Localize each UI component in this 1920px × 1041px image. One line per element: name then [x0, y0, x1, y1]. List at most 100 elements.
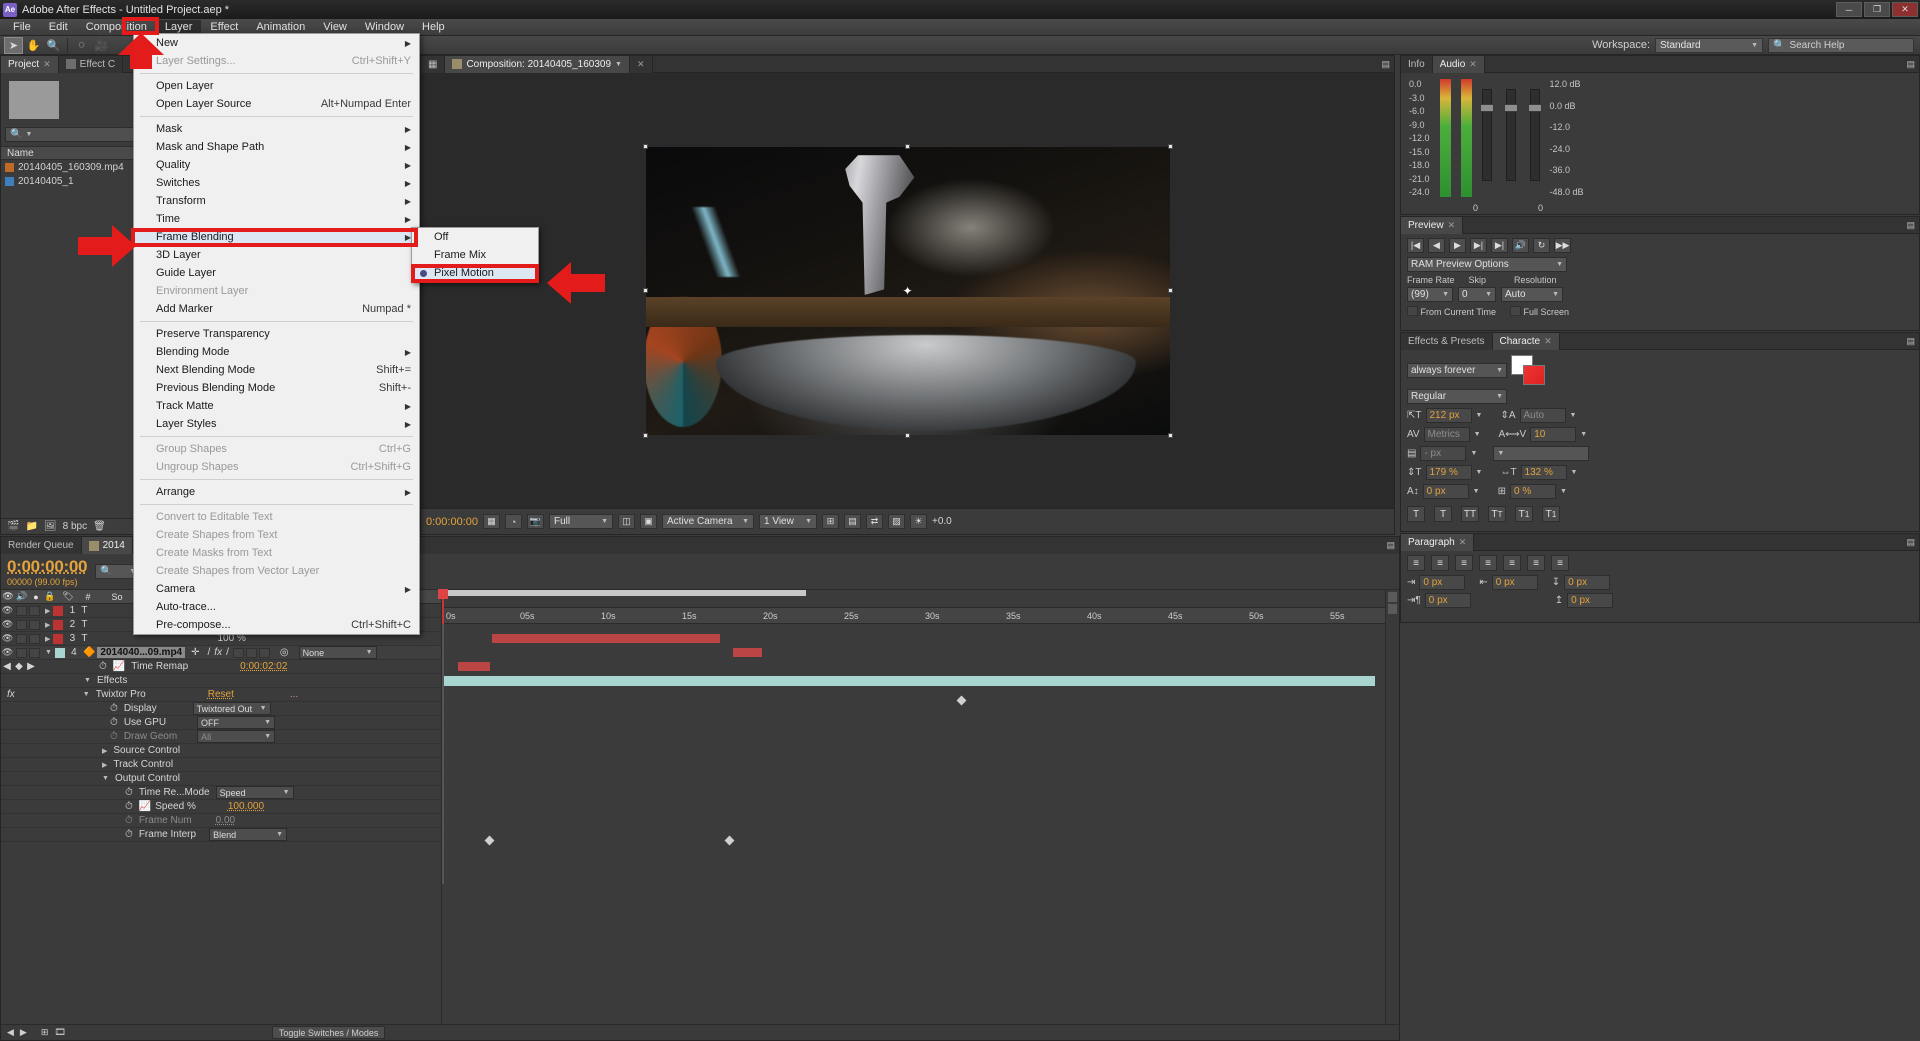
- speed-value[interactable]: 100.000: [228, 801, 264, 812]
- last-frame-button[interactable]: ▶|: [1491, 238, 1508, 253]
- layer-color-swatch[interactable]: [55, 648, 65, 658]
- toggle-switches-modes-button[interactable]: Toggle Switches / Modes: [272, 1026, 386, 1039]
- prev-keyframe-icon[interactable]: ◀: [1, 661, 13, 672]
- timeline-icon[interactable]: ▤: [844, 514, 861, 529]
- reset-link[interactable]: Reset: [208, 689, 234, 700]
- visibility-toggle-icon[interactable]: 👁: [1, 619, 14, 630]
- tab-render-queue[interactable]: Render Queue: [1, 537, 82, 554]
- stopwatch-icon[interactable]: ⏱: [110, 703, 118, 714]
- time-remap-mode-dropdown[interactable]: Speed ▼: [216, 786, 294, 799]
- menu-item-transform[interactable]: Transform ▶: [134, 192, 419, 210]
- work-area-indicator[interactable]: [443, 590, 806, 596]
- use-gpu-dropdown[interactable]: OFF ▼: [197, 716, 275, 729]
- text-color-swatches[interactable]: [1511, 355, 1545, 385]
- visibility-toggle-icon[interactable]: 👁: [1, 605, 14, 616]
- menu-edit[interactable]: Edit: [40, 20, 77, 34]
- stopwatch-icon[interactable]: ⏱: [99, 661, 107, 672]
- from-current-time-checkbox[interactable]: From Current Time: [1407, 306, 1496, 317]
- resolution-icon[interactable]: ◫: [618, 514, 635, 529]
- menu-item-3d-layer[interactable]: 3D Layer: [134, 246, 419, 264]
- menu-item-arrange[interactable]: Arrange ▶: [134, 483, 419, 501]
- menu-item-previous-blending-mode[interactable]: Previous Blending Mode Shift+-: [134, 379, 419, 397]
- close-icon[interactable]: ✕: [1459, 537, 1467, 548]
- align-left-button[interactable]: ≡: [1407, 555, 1425, 571]
- stroke-type-dropdown[interactable]: ▼: [1493, 446, 1589, 461]
- indent-left-field[interactable]: 0 px: [1419, 575, 1465, 590]
- loop-button[interactable]: ↻: [1533, 238, 1550, 253]
- menu-layer[interactable]: Layer: [156, 20, 202, 34]
- subscript-button[interactable]: T1: [1542, 506, 1560, 522]
- chevron-down-icon[interactable]: ▼: [1470, 450, 1477, 457]
- layer-bar[interactable]: [492, 634, 720, 643]
- menu-item-open-layer[interactable]: Open Layer: [134, 77, 419, 95]
- menu-item-guide-layer[interactable]: Guide Layer: [134, 264, 419, 282]
- justify-last-center-button[interactable]: ≡: [1503, 555, 1521, 571]
- menu-view[interactable]: View: [314, 20, 356, 34]
- new-comp-icon[interactable]: 🎬: [7, 521, 19, 532]
- keyframe-marker-icon[interactable]: ◆: [13, 661, 25, 672]
- tab-paragraph[interactable]: Paragraph ✕: [1401, 534, 1474, 551]
- hand-tool-icon[interactable]: ✋: [24, 37, 43, 54]
- region-of-interest-icon[interactable]: ▣: [640, 514, 657, 529]
- menu-item-open-layer-source[interactable]: Open Layer Source Alt+Numpad Enter: [134, 95, 419, 113]
- tab-info[interactable]: Info: [1401, 56, 1433, 73]
- footage-icon[interactable]: 🖼: [44, 521, 57, 532]
- collapse-arrow-icon[interactable]: ▼: [83, 691, 90, 698]
- menu-item-mask-and-shape-path[interactable]: Mask and Shape Path ▶: [134, 138, 419, 156]
- transparency-grid-icon[interactable]: ▨: [888, 514, 905, 529]
- ram-preview-options-dropdown[interactable]: RAM Preview Options ▼: [1407, 257, 1567, 272]
- quality-switch-icon[interactable]: /: [208, 647, 211, 658]
- tab-effect-controls[interactable]: Effect C: [59, 56, 123, 73]
- property-value[interactable]: 0:00:02:02: [240, 661, 287, 672]
- layer-menu-dropdown[interactable]: New ▶ Layer Settings... Ctrl+Shift+Y Ope…: [133, 33, 420, 635]
- next-frame-button[interactable]: ▶|: [1470, 238, 1487, 253]
- effects-switch-icon[interactable]: fx: [214, 647, 222, 658]
- superscript-button[interactable]: T1: [1515, 506, 1533, 522]
- graph-editor-icon[interactable]: 📈: [113, 661, 125, 672]
- magnification-dropdown[interactable]: Full ▼: [549, 514, 613, 529]
- frame-blend-switch-icon[interactable]: /: [226, 647, 229, 658]
- panel-menu-icon[interactable]: ▤: [1381, 59, 1390, 70]
- comp-mask-toggle-icon[interactable]: ◔: [505, 514, 522, 529]
- playhead-handle[interactable]: [438, 589, 448, 599]
- expand-arrow-icon[interactable]: ▶: [102, 747, 107, 755]
- menu-item-quality[interactable]: Quality ▶: [134, 156, 419, 174]
- menu-window[interactable]: Window: [356, 20, 413, 34]
- align-right-button[interactable]: ≡: [1455, 555, 1473, 571]
- menu-item-next-blending-mode[interactable]: Next Blending Mode Shift+=: [134, 361, 419, 379]
- layer-color-swatch[interactable]: [53, 606, 63, 616]
- frame-blending-submenu[interactable]: Off Frame Mix Pixel Motion: [411, 227, 539, 283]
- faux-bold-button[interactable]: T: [1407, 506, 1425, 522]
- visibility-toggle-icon[interactable]: 👁: [1, 647, 14, 658]
- comp-grid-icon[interactable]: ▦: [421, 56, 445, 73]
- scroll-up-button[interactable]: [1388, 592, 1397, 602]
- comp-grid-toggle-icon[interactable]: ▦: [483, 514, 500, 529]
- panel-menu-icon[interactable]: ▤: [1386, 540, 1395, 551]
- rotation-tool-icon[interactable]: ◌: [72, 37, 91, 54]
- comp-flow-icon[interactable]: ⊞: [41, 1027, 49, 1038]
- audio-slider[interactable]: [1482, 89, 1492, 181]
- baseline-shift-field[interactable]: 0 px: [1423, 484, 1469, 499]
- camera-tool-icon[interactable]: 🎥: [92, 37, 111, 54]
- panel-menu-icon[interactable]: ▤: [1906, 220, 1915, 231]
- layer-name[interactable]: 2014040...09.mp4: [97, 647, 185, 658]
- close-icon[interactable]: ✕: [1469, 59, 1477, 70]
- collapse-arrow-icon[interactable]: ▼: [45, 649, 52, 656]
- horizontal-scale-field[interactable]: 132 %: [1521, 465, 1567, 480]
- align-center-button[interactable]: ≡: [1431, 555, 1449, 571]
- stroke-width-field[interactable]: - px: [1420, 446, 1466, 461]
- skip-dropdown[interactable]: 0 ▼: [1458, 287, 1496, 302]
- keyframe-marker[interactable]: [485, 836, 495, 846]
- all-caps-button[interactable]: TT: [1461, 506, 1479, 522]
- menu-item-preserve-transparency[interactable]: Preserve Transparency: [134, 325, 419, 343]
- expand-arrow-icon[interactable]: ▶: [45, 635, 50, 643]
- space-before-field[interactable]: 0 px: [1564, 575, 1610, 590]
- effects-switch-icon[interactable]: fx: [7, 689, 15, 700]
- zoom-tool-icon[interactable]: 🔍: [44, 37, 63, 54]
- display-dropdown[interactable]: Twixtored Out ▼: [193, 702, 271, 715]
- previous-frame-button[interactable]: ◀: [1428, 238, 1445, 253]
- kerning-field[interactable]: Metrics: [1424, 427, 1470, 442]
- timeline-graph-area[interactable]: 0s 05s 10s 15s 20s 25s 30s 35s 40s 45s 5…: [441, 590, 1385, 1024]
- next-keyframe-icon[interactable]: ▶: [25, 661, 37, 672]
- chevron-down-icon[interactable]: ▼: [1571, 469, 1578, 476]
